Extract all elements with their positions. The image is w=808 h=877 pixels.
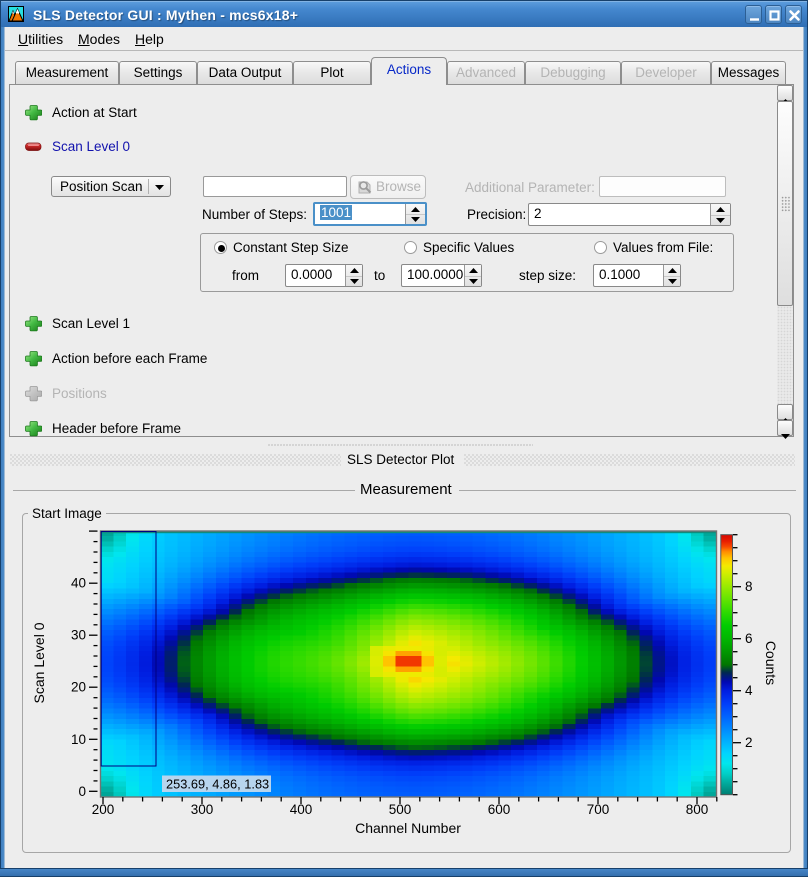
svg-text:253.69, 4.86, 1.83: 253.69, 4.86, 1.83	[166, 777, 269, 792]
svg-text:700: 700	[587, 802, 610, 817]
svg-text:2: 2	[745, 735, 753, 750]
svg-text:200: 200	[92, 802, 115, 817]
svg-text:800: 800	[686, 802, 709, 817]
svg-text:Scan Level 0: Scan Level 0	[31, 622, 47, 703]
svg-text:300: 300	[191, 802, 214, 817]
svg-text:Counts: Counts	[763, 641, 779, 685]
svg-text:500: 500	[389, 802, 412, 817]
svg-text:40: 40	[71, 576, 86, 591]
svg-text:20: 20	[71, 680, 86, 695]
svg-text:400: 400	[290, 802, 313, 817]
svg-text:4: 4	[745, 683, 753, 698]
svg-text:6: 6	[745, 631, 753, 646]
svg-text:30: 30	[71, 628, 86, 643]
svg-text:600: 600	[488, 802, 511, 817]
svg-text:0: 0	[78, 784, 86, 799]
svg-text:10: 10	[71, 732, 86, 747]
svg-text:8: 8	[745, 579, 753, 594]
svg-text:Channel Number: Channel Number	[355, 820, 461, 836]
